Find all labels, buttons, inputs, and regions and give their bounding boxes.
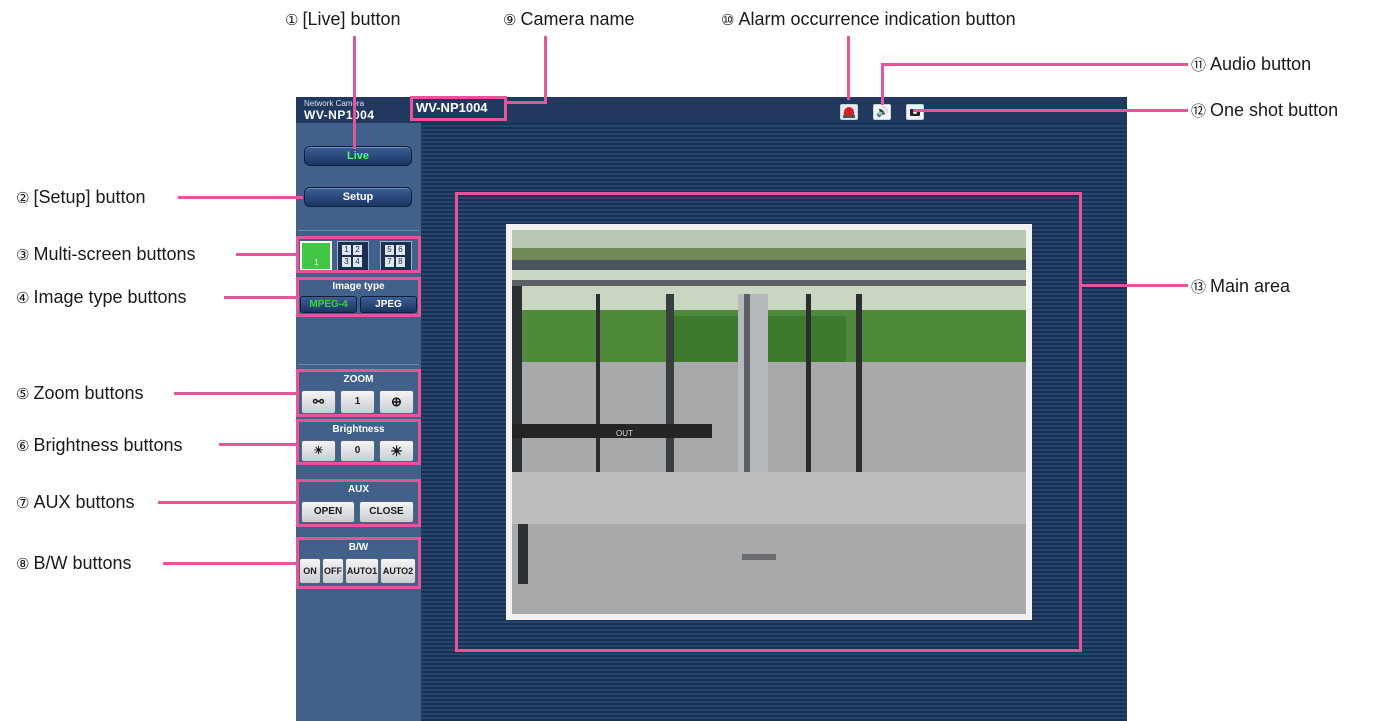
brand-model: WV-NP1004 [304,108,375,122]
alarm-icon [844,107,854,115]
camera-name-highlight [410,96,507,121]
alarm-indication-button[interactable] [840,104,858,120]
callout-camera-name: ⑨ Camera name [503,9,635,29]
divider [298,230,419,231]
bw-highlight [296,537,421,589]
callout-bw: ⑧ B/W buttons [16,553,132,573]
brightness-highlight [296,419,421,465]
divider [298,364,419,365]
setup-button[interactable]: Setup [304,187,412,207]
callout-alarm: ⑩ Alarm occurrence indication button [721,9,1016,29]
main-area-highlight [455,192,1082,652]
one-shot-button[interactable] [906,104,924,120]
callout-image-type: ④ Image type buttons [16,287,187,307]
callout-zoom: ⑤ Zoom buttons [16,383,144,403]
callout-brightness: ⑥ Brightness buttons [16,435,183,455]
multi-screen-highlight [296,236,421,273]
image-type-highlight [296,277,421,317]
callout-one-shot: ⑫ One shot button [1191,100,1339,120]
callout-live: ① [Live] button [285,9,401,29]
callout-multi-screen: ③ Multi-screen buttons [16,244,196,264]
callout-audio: ⑪ Audio button [1191,54,1312,74]
live-button[interactable]: Live [304,146,412,166]
callout-aux: ⑦ AUX buttons [16,492,135,512]
aux-highlight [296,479,421,527]
callout-main-area: ⑬ Main area [1191,276,1291,296]
zoom-highlight [296,369,421,417]
speaker-icon: 🔊 [876,107,889,118]
callout-setup: ② [Setup] button [16,187,146,207]
audio-button[interactable]: 🔊 [873,104,891,120]
